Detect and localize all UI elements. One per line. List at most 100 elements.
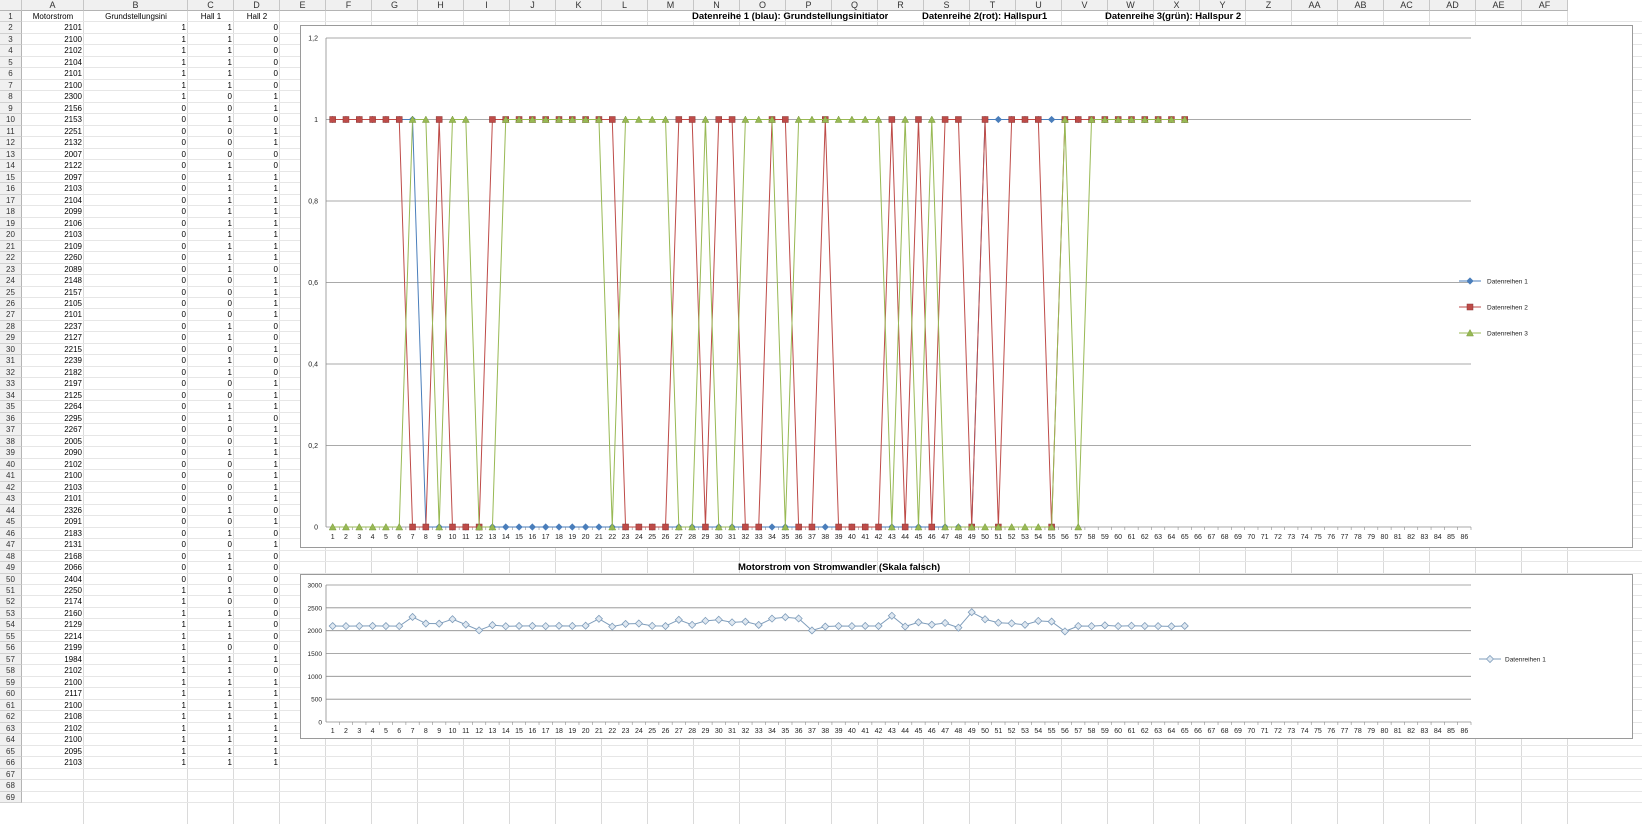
column-header-S[interactable]: S [924,0,970,11]
data-cell[interactable]: 0 [188,539,234,550]
row-header-48[interactable]: 48 [0,550,22,563]
data-cell[interactable]: 0 [84,528,188,539]
row-header-16[interactable]: 16 [0,183,22,195]
data-cell[interactable]: 0 [84,390,188,401]
row-header-41[interactable]: 41 [0,470,22,482]
data-cell[interactable]: 2174 [22,596,84,607]
column-header-K[interactable]: K [556,0,602,11]
data-cell[interactable]: 2160 [22,608,84,619]
column-header-V[interactable]: V [1062,0,1108,11]
column-header-Q[interactable]: Q [832,0,878,11]
row-header-2[interactable]: 2 [0,22,22,34]
column-header-T[interactable]: T [970,0,1016,11]
data-cell[interactable]: 1 [234,218,280,229]
row-header-51[interactable]: 51 [0,585,22,597]
row-header-67[interactable]: 67 [0,768,22,781]
row-header-32[interactable]: 32 [0,366,22,379]
data-cell[interactable]: 2215 [22,344,84,355]
data-cell[interactable]: 1 [84,746,188,757]
data-cell[interactable]: 1 [188,80,234,91]
data-cell[interactable]: 0 [188,390,234,401]
data-cell[interactable]: 1 [234,172,280,183]
data-cell[interactable]: 1 [84,654,188,665]
data-cell[interactable]: 1 [84,757,188,768]
data-cell[interactable]: 2183 [22,528,84,539]
data-cell[interactable]: 1 [234,711,280,722]
row-header-17[interactable]: 17 [0,194,22,207]
data-cell[interactable]: 0 [84,332,188,343]
row-header-3[interactable]: 3 [0,33,22,46]
data-cell[interactable]: 1 [234,229,280,240]
data-cell[interactable]: 1 [84,34,188,45]
column-header-AE[interactable]: AE [1476,0,1522,11]
row-header-18[interactable]: 18 [0,206,22,218]
data-cell[interactable]: 0 [234,34,280,45]
data-cell[interactable]: 1 [188,528,234,539]
data-cell[interactable]: 2237 [22,321,84,332]
row-header-21[interactable]: 21 [0,240,22,253]
data-cell[interactable]: 2101 [22,309,84,320]
header-cell[interactable]: Hall 1 [188,11,234,22]
data-cell[interactable]: 1 [188,114,234,125]
data-cell[interactable]: 1 [234,103,280,114]
data-cell[interactable]: 0 [234,562,280,573]
data-cell[interactable]: 0 [84,424,188,435]
data-cell[interactable]: 2264 [22,401,84,412]
data-cell[interactable]: 2153 [22,114,84,125]
data-cell[interactable]: 1 [234,287,280,298]
column-header-H[interactable]: H [418,0,464,11]
data-cell[interactable]: 0 [188,493,234,504]
data-cell[interactable]: 2089 [22,264,84,275]
data-cell[interactable]: 1 [234,126,280,137]
data-cell[interactable]: 1 [188,608,234,619]
data-cell[interactable]: 0 [234,114,280,125]
data-cell[interactable]: 1 [84,608,188,619]
row-header-12[interactable]: 12 [0,137,22,149]
data-cell[interactable]: 1 [188,585,234,596]
data-cell[interactable]: 1 [188,711,234,722]
row-header-10[interactable]: 10 [0,114,22,126]
data-cell[interactable]: 2214 [22,631,84,642]
data-cell[interactable]: 1 [188,413,234,424]
data-cell[interactable]: 1 [84,700,188,711]
data-cell[interactable]: 2104 [22,57,84,68]
row-header-37[interactable]: 37 [0,424,22,436]
data-cell[interactable]: 1 [188,734,234,745]
data-cell[interactable]: 0 [188,378,234,389]
data-cell[interactable]: 1 [84,688,188,699]
data-cell[interactable]: 0 [234,608,280,619]
data-cell[interactable]: 0 [234,80,280,91]
data-cell[interactable]: 1 [84,665,188,676]
data-cell[interactable]: 0 [188,574,234,585]
row-header-19[interactable]: 19 [0,217,22,230]
column-header-Z[interactable]: Z [1246,0,1292,11]
row-header-50[interactable]: 50 [0,573,22,585]
data-cell[interactable]: 0 [234,45,280,56]
data-cell[interactable]: 1 [188,321,234,332]
row-header-58[interactable]: 58 [0,665,22,677]
row-header-59[interactable]: 59 [0,676,22,689]
data-cell[interactable]: 1 [234,677,280,688]
data-cell[interactable]: 1 [188,68,234,79]
data-cell[interactable]: 2267 [22,424,84,435]
data-cell[interactable]: 2091 [22,516,84,527]
data-cell[interactable]: 2260 [22,252,84,263]
row-header-35[interactable]: 35 [0,401,22,413]
data-cell[interactable]: 1 [188,700,234,711]
data-cell[interactable]: 0 [188,149,234,160]
data-cell[interactable]: 1 [84,22,188,33]
data-cell[interactable]: 2103 [22,183,84,194]
data-cell[interactable]: 1 [188,195,234,206]
data-cell[interactable]: 1 [188,22,234,33]
data-cell[interactable]: 1 [84,642,188,653]
data-cell[interactable]: 0 [84,114,188,125]
data-cell[interactable]: 1 [188,757,234,768]
data-cell[interactable]: 2148 [22,275,84,286]
data-cell[interactable]: 0 [188,344,234,355]
row-header-62[interactable]: 62 [0,711,22,723]
data-cell[interactable]: 0 [84,401,188,412]
data-cell[interactable]: 1 [188,401,234,412]
data-cell[interactable]: 0 [84,126,188,137]
data-cell[interactable]: 0 [84,309,188,320]
data-cell[interactable]: 0 [84,344,188,355]
